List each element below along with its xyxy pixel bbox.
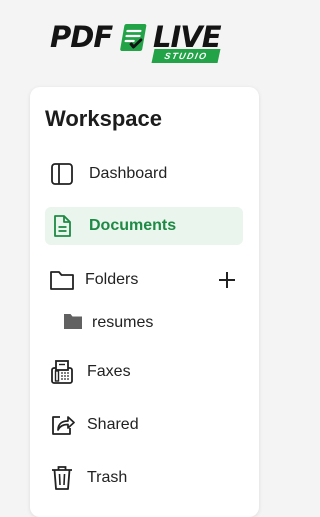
nav-label-faxes: Faxes xyxy=(87,363,131,380)
nav-label-shared: Shared xyxy=(87,416,139,433)
add-folder-button[interactable] xyxy=(216,269,238,291)
nav-item-dashboard[interactable]: Dashboard xyxy=(45,155,243,193)
logo-text-pdf: PDF xyxy=(50,20,113,54)
workspace-panel: Workspace Dashboard Documents Folders re… xyxy=(30,87,259,517)
nav-label-dashboard: Dashboard xyxy=(89,165,168,182)
folder-label-resumes: resumes xyxy=(92,314,154,331)
folder-outline-icon xyxy=(49,267,75,293)
folder-filled-icon xyxy=(63,312,83,335)
sidebar-panel-icon xyxy=(49,161,75,187)
nav-item-documents[interactable]: Documents xyxy=(45,207,243,245)
share-icon xyxy=(49,412,75,438)
nav-item-shared[interactable]: Shared xyxy=(45,406,243,444)
nav-item-faxes[interactable]: Faxes xyxy=(45,353,243,391)
app-logo[interactable]: PDF LIVE STUDIO xyxy=(50,20,225,66)
plus-icon xyxy=(219,272,235,288)
trash-icon xyxy=(49,465,75,491)
workspace-title: Workspace xyxy=(45,106,162,131)
folder-item-resumes[interactable]: resumes xyxy=(63,310,153,336)
logo-badge-studio: STUDIO xyxy=(151,49,221,63)
nav-item-trash[interactable]: Trash xyxy=(45,459,243,497)
nav-label-documents: Documents xyxy=(89,217,177,234)
document-icon xyxy=(49,213,75,239)
nav-label-trash: Trash xyxy=(87,469,128,486)
nav-item-folders[interactable]: Folders xyxy=(45,261,205,299)
document-check-icon xyxy=(120,24,147,51)
nav-label-folders: Folders xyxy=(85,271,139,288)
fax-icon xyxy=(49,359,75,385)
